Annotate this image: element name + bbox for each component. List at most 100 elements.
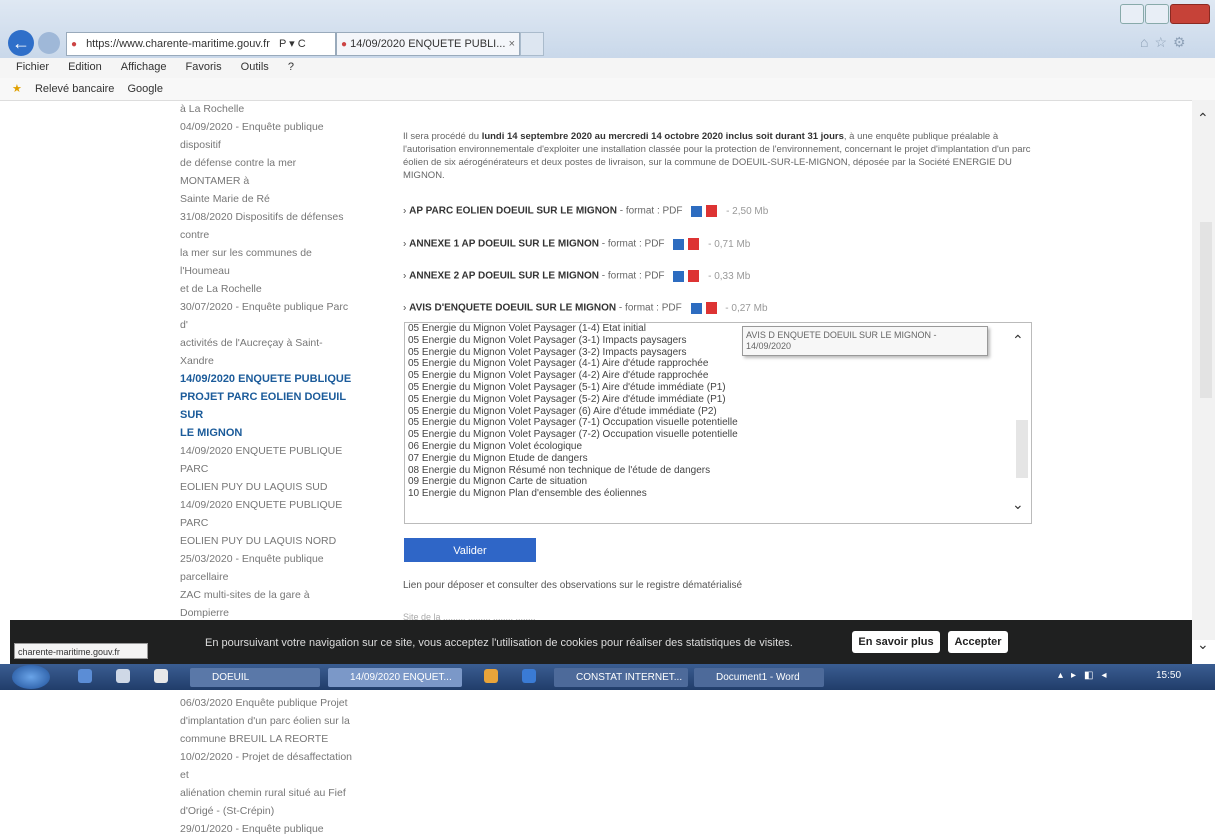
sidebar-item[interactable]: 06/03/2020 Enquête publique Projet: [180, 694, 356, 712]
page-scroll-down-icon[interactable]: ⌄: [1197, 636, 1209, 653]
quicklaunch-icon[interactable]: [78, 669, 92, 683]
download-row[interactable]: › ANNEXE 1 AP DOEUIL SUR LE MIGNON - for…: [403, 238, 750, 250]
start-button[interactable]: [12, 665, 50, 689]
download-title[interactable]: AVIS D'ENQUETE DOEUIL SUR LE MIGNON: [409, 303, 616, 314]
sidebar-item[interactable]: LE MIGNON: [180, 424, 356, 442]
sidebar-item[interactable]: 25/03/2020 - Enquête publique parcellair…: [180, 550, 356, 586]
favorites-star-icon[interactable]: ★: [12, 83, 22, 95]
sidebar-item[interactable]: d'implantation d'un parc éolien sur la: [180, 712, 356, 730]
save-icon[interactable]: [673, 238, 685, 250]
menu-help[interactable]: ?: [288, 58, 294, 76]
address-controls[interactable]: P ▾ C: [279, 38, 306, 50]
quicklaunch-icon[interactable]: [522, 669, 536, 683]
tooltip: AVIS D ENQUETE DOEUIL SUR LE MIGNON - 14…: [742, 326, 988, 356]
menu-favoris[interactable]: Favoris: [186, 58, 222, 76]
sidebar-item[interactable]: 14/09/2020 ENQUETE PUBLIQUE PARC: [180, 496, 356, 532]
download-title[interactable]: AP PARC EOLIEN DOEUIL SUR LE MIGNON: [409, 206, 617, 217]
sidebar-item[interactable]: de défense contre la mer MONTAMER à: [180, 154, 356, 190]
save-icon[interactable]: [690, 302, 702, 314]
menu-fichier[interactable]: Fichier: [16, 58, 49, 76]
forward-button[interactable]: [38, 32, 60, 54]
list-item[interactable]: 05 Energie du Mignon Volet Paysager (4-2…: [405, 370, 1031, 382]
save-icon[interactable]: [691, 205, 703, 217]
favorite-google[interactable]: Google: [128, 83, 163, 95]
download-row[interactable]: › AVIS D'ENQUETE DOEUIL SUR LE MIGNON - …: [403, 302, 768, 314]
pdf-icon[interactable]: [705, 302, 717, 314]
sidebar-item[interactable]: 29/01/2020 - Enquête publique: [180, 820, 356, 838]
taskbar-item-constat[interactable]: CONSTAT INTERNET...: [554, 668, 688, 687]
sidebar-item[interactable]: 30/07/2020 - Enquête publique Parc d': [180, 298, 356, 334]
new-tab-button[interactable]: [520, 32, 544, 56]
save-icon[interactable]: [673, 270, 685, 282]
sidebar-item[interactable]: 10/02/2020 - Projet de désaffectation et: [180, 748, 356, 784]
restore-button[interactable]: [1145, 4, 1169, 24]
intro-text-1: Il sera procédé du: [403, 131, 482, 142]
quicklaunch-icon[interactable]: [484, 669, 498, 683]
pdf-icon[interactable]: [688, 270, 700, 282]
list-item[interactable]: 05 Energie du Mignon Volet Paysager (7-1…: [405, 417, 1031, 429]
list-item[interactable]: 08 Energie du Mignon Résumé non techniqu…: [405, 465, 1031, 477]
sidebar-item[interactable]: activités de l'Aucreçay à Saint-Xandre: [180, 334, 356, 370]
sidebar-item[interactable]: commune BREUIL LA REORTE: [180, 730, 356, 748]
tab-close-icon[interactable]: ×: [509, 33, 515, 55]
sidebar-item[interactable]: la mer sur les communes de l'Houmeau: [180, 244, 356, 280]
page-scroll-up-icon[interactable]: ⌃: [1197, 110, 1209, 127]
menu-bar: Fichier Edition Affichage Favoris Outils…: [0, 58, 1215, 78]
quicklaunch-icon[interactable]: [116, 669, 130, 683]
sidebar-item[interactable]: EOLIEN PUY DU LAQUIS SUD: [180, 478, 356, 496]
list-item[interactable]: 05 Energie du Mignon Volet Paysager (5-1…: [405, 382, 1031, 394]
address-bar[interactable]: ● https://www.charente-maritime.gouv.fr …: [66, 32, 336, 56]
valider-button[interactable]: Valider: [404, 538, 536, 562]
download-row[interactable]: › ANNEXE 2 AP DOEUIL SUR LE MIGNON - for…: [403, 270, 750, 282]
sidebar-item[interactable]: 14/09/2020 ENQUETE PUBLIQUE PARC: [180, 442, 356, 478]
cookie-accept-button[interactable]: Accepter: [948, 631, 1008, 653]
menu-edition[interactable]: Edition: [68, 58, 102, 76]
registre-link[interactable]: Lien pour déposer et consulter des obser…: [403, 580, 742, 591]
page-scroll-thumb[interactable]: [1200, 222, 1212, 398]
sidebar-item[interactable]: 31/08/2020 Dispositifs de défenses contr…: [180, 208, 356, 244]
taskbar-item-browser[interactable]: 14/09/2020 ENQUET...: [328, 668, 462, 687]
sidebar-item[interactable]: EOLIEN PUY DU LAQUIS NORD: [180, 532, 356, 550]
taskbar-item-word[interactable]: Document1 - Word: [694, 668, 824, 687]
menu-affichage[interactable]: Affichage: [121, 58, 167, 76]
toolbar-icons[interactable]: ⌂☆⚙: [1140, 34, 1192, 51]
list-item[interactable]: 10 Energie du Mignon Plan d'ensemble des…: [405, 488, 1031, 500]
favorite-releve[interactable]: Relevé bancaire: [35, 83, 115, 95]
cookie-more-button[interactable]: En savoir plus: [852, 631, 940, 653]
sidebar-item[interactable]: 14/09/2020 ENQUETE PUBLIQUE: [180, 370, 356, 388]
pdf-icon[interactable]: [688, 238, 700, 250]
listbox-scroll-up-icon[interactable]: ⌃: [1012, 332, 1024, 349]
menu-outils[interactable]: Outils: [241, 58, 269, 76]
sidebar-item[interactable]: ZAC multi-sites de la gare à Dompierre: [180, 586, 356, 622]
list-item[interactable]: 05 Energie du Mignon Volet Paysager (7-2…: [405, 429, 1031, 441]
pdf-icon[interactable]: [706, 205, 718, 217]
close-window-button[interactable]: [1170, 4, 1210, 24]
tab-favicon-icon: ●: [341, 39, 348, 50]
listbox-scroll-down-icon[interactable]: ⌄: [1012, 496, 1024, 513]
download-title[interactable]: ANNEXE 1 AP DOEUIL SUR LE MIGNON: [409, 239, 599, 250]
minimize-button[interactable]: [1120, 4, 1144, 24]
quicklaunch-icon[interactable]: [154, 669, 168, 683]
sidebar-item[interactable]: 04/09/2020 - Enquête publique dispositif: [180, 118, 356, 154]
sidebar-item[interactable]: Sainte Marie de Ré: [180, 190, 356, 208]
list-item[interactable]: 05 Energie du Mignon Volet Paysager (6) …: [405, 406, 1031, 418]
sidebar-item[interactable]: à La Rochelle: [180, 100, 356, 118]
download-arrow: ›: [403, 205, 407, 217]
list-item[interactable]: 09 Energie du Mignon Carte de situation: [405, 476, 1031, 488]
sidebar-item[interactable]: aliénation chemin rural situé au Fief: [180, 784, 356, 802]
back-button[interactable]: ←: [8, 30, 34, 56]
download-row[interactable]: › AP PARC EOLIEN DOEUIL SUR LE MIGNON - …: [403, 205, 768, 217]
taskbar-item-doeuil[interactable]: DOEUIL: [190, 668, 320, 687]
sidebar-item[interactable]: PROJET PARC EOLIEN DOEUIL SUR: [180, 388, 356, 424]
download-title[interactable]: ANNEXE 2 AP DOEUIL SUR LE MIGNON: [409, 271, 599, 282]
system-tray-icons[interactable]: ▴▸◧◂: [1058, 670, 1115, 681]
list-item[interactable]: 05 Energie du Mignon Volet Paysager (4-1…: [405, 358, 1031, 370]
list-item[interactable]: 06 Energie du Mignon Volet écologique: [405, 441, 1031, 453]
listbox-scroll-thumb[interactable]: [1016, 420, 1028, 478]
list-item[interactable]: 05 Energie du Mignon Volet Paysager (5-2…: [405, 394, 1031, 406]
browser-tab-active[interactable]: ● 14/09/2020 ENQUETE PUBLI... ×: [336, 32, 520, 56]
list-item[interactable]: 07 Energie du Mignon Etude de dangers: [405, 453, 1031, 465]
clock: 15:50: [1156, 670, 1182, 681]
sidebar-item[interactable]: et de La Rochelle: [180, 280, 356, 298]
sidebar-item[interactable]: d'Origé - (St-Crépin): [180, 802, 356, 820]
